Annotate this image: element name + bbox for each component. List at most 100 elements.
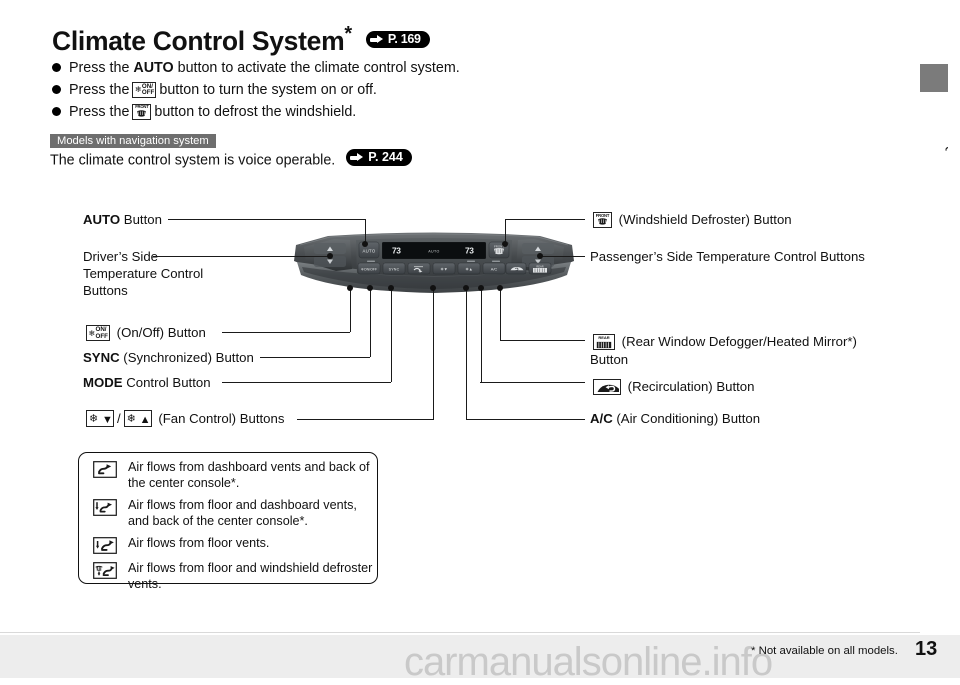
callout-separator: / bbox=[117, 411, 121, 426]
callout-fan-control-buttons: ❄ ▼ / ❄ ▲ (Fan Control) Buttons bbox=[83, 410, 284, 427]
rear-label: REAR bbox=[598, 334, 610, 340]
bullet-prefix: Press the bbox=[69, 103, 130, 120]
page-ref-label: P. bbox=[368, 150, 379, 164]
svg-text:❄ON/OFF: ❄ON/OFF bbox=[361, 267, 377, 271]
defrost-waves bbox=[597, 218, 608, 226]
svg-text:REAR: REAR bbox=[536, 264, 543, 268]
bullet-suffix: button to defrost the windshield. bbox=[154, 103, 357, 120]
leader-line bbox=[540, 256, 585, 258]
leader-line bbox=[432, 289, 434, 419]
legend-text: Air flows from dashboard vents and back … bbox=[128, 460, 370, 490]
fan-on-off-icon: ❄ ON/OFF bbox=[86, 325, 110, 341]
legend-row: Air flows from floor and dashboard vents… bbox=[79, 498, 377, 529]
fan-up-icon: ❄ ▲ bbox=[123, 410, 152, 427]
vent-floor-defrost-icon bbox=[93, 562, 117, 579]
legend-text: Air flows from floor vents. bbox=[128, 536, 270, 550]
callout-bold: A/C bbox=[590, 411, 613, 426]
defrost-waves bbox=[136, 109, 147, 118]
leader-line bbox=[222, 332, 350, 334]
svg-text:❄▲: ❄▲ bbox=[465, 266, 472, 271]
page-ref-value: 169 bbox=[400, 32, 421, 47]
front-defroster-icon: FRONT bbox=[132, 103, 152, 120]
bullet-dot-icon bbox=[52, 107, 61, 116]
page-root: Quick Reference Guide Climate Control Sy… bbox=[0, 0, 960, 684]
leader-line bbox=[390, 289, 392, 382]
leader-line bbox=[222, 382, 391, 384]
callout-rest: (On/Off) Button bbox=[116, 325, 206, 340]
leader-line bbox=[297, 419, 434, 421]
legend-row: Air flows from dashboard vents and back … bbox=[79, 460, 377, 491]
fan-glyph: ❄ bbox=[134, 85, 142, 94]
callout-knob bbox=[463, 285, 469, 291]
leader-line bbox=[466, 419, 585, 421]
instruction-list: Press the AUTO button to activate the cl… bbox=[52, 58, 552, 124]
page-title-text: Climate Control System bbox=[52, 25, 345, 56]
page-reference-badge-169[interactable]: P. 169 bbox=[365, 31, 430, 49]
callout-ac-button: A/C (Air Conditioning) Button bbox=[590, 410, 760, 427]
leader-line bbox=[499, 289, 501, 340]
callout-rest-line2: Button bbox=[590, 352, 629, 367]
leader-line bbox=[465, 289, 467, 419]
callout-knob bbox=[537, 253, 543, 259]
callout-knob bbox=[367, 285, 373, 291]
list-item: Press the AUTO button to activate the cl… bbox=[52, 58, 552, 77]
rear-defogger-icon: REAR bbox=[593, 334, 615, 350]
page-title: Climate Control System* P. 169 bbox=[52, 23, 430, 57]
auto-keyword: AUTO bbox=[133, 59, 174, 76]
callout-bold: AUTO bbox=[83, 212, 121, 227]
bullet-dot-icon bbox=[52, 85, 61, 94]
vent-dash-icon bbox=[93, 461, 117, 478]
bullet-prefix: Press the bbox=[69, 59, 130, 76]
on-off-text: ON/OFF bbox=[141, 82, 155, 97]
leader-line bbox=[349, 289, 351, 332]
svg-text:❄▼: ❄▼ bbox=[440, 266, 447, 271]
callout-recirculation-button: (Recirculation) Button bbox=[590, 378, 754, 395]
callout-knob bbox=[478, 285, 484, 291]
page-ref-value: 244 bbox=[381, 150, 403, 164]
airflow-legend-box: Air flows from dashboard vents and back … bbox=[78, 452, 378, 591]
callout-bold: MODE bbox=[83, 375, 123, 390]
leader-line bbox=[505, 219, 585, 221]
callout-rest: (Windshield Defroster) Button bbox=[618, 212, 792, 227]
triangle-up-icon: ▲ bbox=[139, 413, 151, 426]
nav-note-text: The climate control system is voice oper… bbox=[50, 149, 412, 169]
footnote-not-available: * Not available on all models. bbox=[751, 645, 898, 657]
bullet-suffix: button to activate the climate control s… bbox=[177, 59, 460, 76]
callout-mode-button: MODE Control Button bbox=[83, 374, 211, 391]
callout-line: Buttons bbox=[83, 283, 128, 298]
footer-divider bbox=[0, 632, 920, 633]
callout-rest: (Fan Control) Buttons bbox=[158, 411, 285, 426]
bullet-dot-icon bbox=[52, 63, 61, 72]
callout-windshield-defroster-button: FRONT (Windshield Defroster) Button bbox=[590, 211, 792, 228]
callout-rest: Control Button bbox=[122, 375, 211, 390]
page-right-edge bbox=[948, 0, 960, 635]
callout-line: Driver’s Side bbox=[83, 249, 158, 264]
nav-note-sentence: The climate control system is voice oper… bbox=[50, 152, 336, 169]
callout-knob bbox=[347, 285, 353, 291]
list-item: Press the FRONT button to defrost the wi… bbox=[52, 102, 552, 121]
svg-text:SYNC: SYNC bbox=[389, 267, 400, 271]
arrow-right-icon bbox=[350, 153, 365, 162]
callout-knob bbox=[502, 241, 508, 247]
vent-floor-icon bbox=[93, 537, 117, 554]
callout-rest: (Air Conditioning) Button bbox=[612, 411, 761, 426]
callout-rest: Button bbox=[120, 212, 162, 227]
callout-rest: Passenger’s Side Temperature Control But… bbox=[590, 249, 865, 264]
fan-on-off-icon: ❄ ON/OFF bbox=[132, 81, 157, 98]
callout-rest: (Rear Window Defogger/Heated Mirror*) bbox=[621, 334, 857, 349]
page-number: 13 bbox=[915, 638, 938, 660]
recirculation-icon bbox=[593, 379, 621, 395]
callout-passenger-temp-buttons: Passenger’s Side Temperature Control But… bbox=[590, 248, 865, 265]
callout-driver-temp-buttons: Driver’s Side Temperature Control Button… bbox=[83, 248, 213, 299]
defogger-bars bbox=[596, 341, 612, 349]
svg-text:A/C: A/C bbox=[491, 266, 498, 271]
legend-text: Air flows from floor and dashboard vents… bbox=[128, 498, 357, 528]
arrow-right-icon bbox=[369, 35, 385, 44]
leader-line bbox=[480, 289, 482, 382]
bullet-prefix: Press the bbox=[69, 81, 130, 98]
callout-line: Temperature Control bbox=[83, 266, 204, 281]
on-off-text: ON/OFF bbox=[95, 326, 108, 340]
front-defroster-icon: FRONT bbox=[593, 212, 612, 228]
triangle-down-icon: ▼ bbox=[102, 413, 113, 426]
page-reference-badge-244[interactable]: P. 244 bbox=[346, 149, 412, 166]
